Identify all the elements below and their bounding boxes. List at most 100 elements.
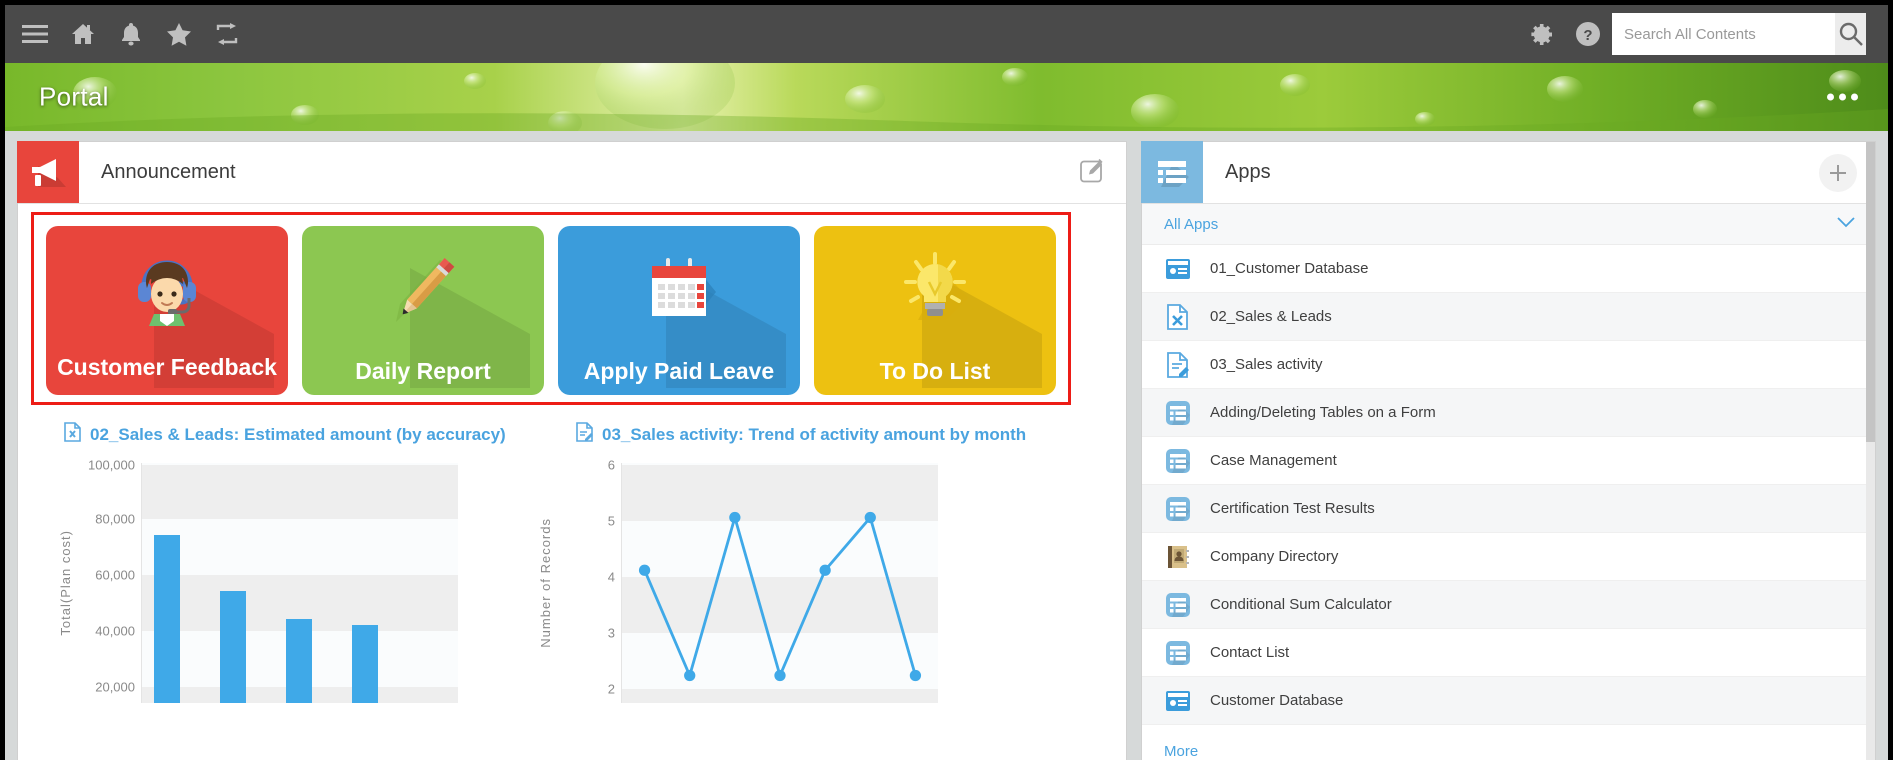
tile-label: Customer Feedback — [57, 353, 277, 380]
line-chart: Number of Records 6 5 4 3 2 — [538, 458, 938, 703]
tile-daily-report[interactable]: Daily Report — [302, 226, 544, 395]
calendar-icon — [636, 248, 722, 334]
ytick: 6 — [607, 457, 615, 473]
search-container — [1612, 13, 1866, 55]
announcement-card: Announcement Customer Feedback Daily Rep… — [17, 141, 1127, 760]
hamburger-menu-icon[interactable] — [11, 5, 59, 63]
apps-scrollbar-thumb[interactable] — [1866, 142, 1875, 442]
more-row: More — [1142, 725, 1875, 760]
ytick: 3 — [607, 625, 615, 641]
edit-icon[interactable] — [1080, 157, 1106, 188]
chevron-down-icon[interactable] — [1837, 215, 1855, 233]
line-chart-yticks: 6 5 4 3 2 — [557, 458, 621, 703]
generic-app-icon — [1164, 591, 1192, 619]
app-label: 02_Sales & Leads — [1210, 308, 1332, 325]
list-item[interactable]: Certification Test Results — [1142, 485, 1875, 533]
apps-scrollbar[interactable] — [1866, 142, 1875, 760]
bar — [220, 591, 246, 703]
customer-database-app-icon — [1164, 687, 1192, 715]
line-chart-ylabel: Number of Records — [538, 518, 553, 648]
list-item[interactable]: Case Management — [1142, 437, 1875, 485]
sales-activity-app-icon — [1164, 351, 1192, 379]
app-label: 01_Customer Database — [1210, 260, 1369, 277]
bar — [154, 535, 180, 703]
bar — [286, 619, 312, 703]
lightbulb-icon — [892, 248, 978, 334]
window-frame: ? Search All Contents Portal Announcemen… — [0, 0, 1893, 760]
apps-title: Apps — [1225, 161, 1271, 183]
ytick: 5 — [607, 513, 615, 529]
address-book-icon — [1164, 543, 1192, 571]
all-apps-filter[interactable]: All Apps — [1142, 204, 1875, 245]
app-label: Case Management — [1210, 452, 1337, 469]
list-item[interactable]: 02_Sales & Leads — [1142, 293, 1875, 341]
generic-app-icon — [1164, 495, 1192, 523]
ytick: 20,000 — [95, 679, 135, 695]
search-button[interactable] — [1835, 13, 1866, 55]
banner-options-menu-icon[interactable] — [1827, 93, 1858, 101]
apps-header: Apps — [1141, 141, 1875, 204]
svg-text:?: ? — [1583, 27, 1592, 44]
process-icon[interactable] — [203, 5, 251, 63]
pencil-icon — [380, 248, 466, 334]
charts-section: 02_Sales & Leads: Estimated amount (by a… — [18, 422, 1126, 703]
all-apps-label: All Apps — [1164, 215, 1219, 233]
announcement-tiles: Customer Feedback Daily Report Apply Pai… — [34, 215, 1068, 406]
sales-activity-app-icon — [576, 422, 593, 447]
app-label: Company Directory — [1210, 548, 1339, 565]
generic-app-icon — [1164, 447, 1192, 475]
headset-operator-icon — [124, 248, 210, 334]
list-item[interactable]: Conditional Sum Calculator — [1142, 581, 1875, 629]
list-item[interactable]: Contact List — [1142, 629, 1875, 677]
chart-title-sales-leads[interactable]: 02_Sales & Leads: Estimated amount (by a… — [64, 422, 576, 447]
sales-leads-app-icon — [64, 422, 81, 447]
top-toolbar: ? — [5, 5, 1888, 63]
tile-customer-feedback[interactable]: Customer Feedback — [46, 226, 288, 395]
apps-list-icon — [1141, 141, 1203, 203]
chart-title-sales-activity[interactable]: 03_Sales activity: Trend of activity amo… — [576, 422, 1026, 447]
help-icon[interactable]: ? — [1564, 5, 1612, 63]
list-item[interactable]: 03_Sales activity — [1142, 341, 1875, 389]
tile-apply-paid-leave[interactable]: Apply Paid Leave — [558, 226, 800, 395]
line-chart-plot — [621, 463, 938, 703]
bar-chart: Total(Plan cost) 100,000 80,000 60,000 4… — [58, 458, 458, 703]
content-area: Announcement Customer Feedback Daily Rep… — [5, 131, 1888, 760]
list-item[interactable]: 01_Customer Database — [1142, 245, 1875, 293]
tile-label: Daily Report — [355, 357, 491, 384]
list-item[interactable]: Customer Database — [1142, 677, 1875, 725]
portal-banner: Portal — [5, 63, 1888, 131]
generic-app-icon — [1164, 399, 1192, 427]
list-item[interactable]: Adding/Deleting Tables on a Form — [1142, 389, 1875, 437]
sales-leads-app-icon — [1164, 303, 1192, 331]
tile-label: Apply Paid Leave — [583, 357, 775, 384]
star-icon[interactable] — [155, 5, 203, 63]
tile-label: To Do List — [879, 357, 991, 384]
announcement-tiles-highlight: Customer Feedback Daily Report Apply Pai… — [31, 212, 1071, 405]
generic-app-icon — [1164, 639, 1192, 667]
charts-body: Total(Plan cost) 100,000 80,000 60,000 4… — [18, 458, 1126, 703]
page-title: Portal — [39, 81, 109, 112]
apps-card: Apps All Apps 01_Customer Database 02_Sa… — [1141, 141, 1876, 760]
line-series — [638, 511, 922, 682]
app-label: 03_Sales activity — [1210, 356, 1323, 373]
app-label: Conditional Sum Calculator — [1210, 596, 1392, 613]
bell-icon[interactable] — [107, 5, 155, 63]
search-input[interactable] — [1612, 13, 1835, 55]
add-app-button[interactable] — [1819, 153, 1857, 192]
tile-to-do-list[interactable]: To Do List — [814, 226, 1056, 395]
more-link[interactable]: More — [1164, 743, 1198, 760]
chart-title-text: 02_Sales & Leads: Estimated amount (by a… — [90, 424, 506, 444]
list-item[interactable]: Company Directory — [1142, 533, 1875, 581]
announcement-title: Announcement — [101, 161, 236, 183]
chart-titles: 02_Sales & Leads: Estimated amount (by a… — [18, 422, 1126, 447]
customer-database-app-icon — [1164, 255, 1192, 283]
app-label: Contact List — [1210, 644, 1290, 661]
bar-series — [142, 463, 458, 703]
bar-chart-plot — [141, 463, 458, 703]
banner-background-image — [5, 63, 1888, 131]
home-icon[interactable] — [59, 5, 107, 63]
toolbar-icon-group — [5, 5, 251, 63]
megaphone-icon — [17, 141, 79, 203]
apps-list: 01_Customer Database 02_Sales & Leads 03… — [1142, 245, 1875, 725]
gear-icon[interactable] — [1516, 5, 1564, 63]
